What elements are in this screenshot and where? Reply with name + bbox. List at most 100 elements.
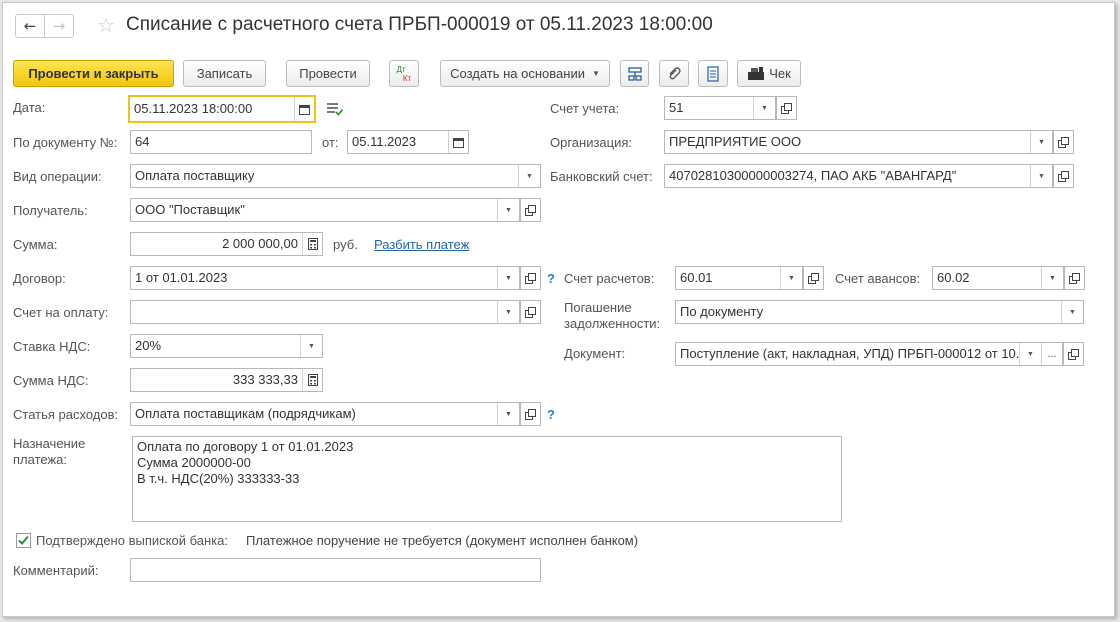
- document-label: Документ:: [564, 346, 626, 361]
- favorite-star-icon[interactable]: ☆: [97, 13, 115, 37]
- chevron-down-icon[interactable]: ▼: [300, 335, 322, 357]
- doc-number-field[interactable]: 64: [130, 130, 312, 154]
- purpose-label-line1: Назначение: [13, 436, 86, 451]
- receipt-button[interactable]: Чек: [737, 60, 801, 87]
- recipient-open-button[interactable]: [520, 198, 541, 222]
- account-select[interactable]: 51 ▼: [664, 96, 776, 120]
- expense-item-help-icon[interactable]: ?: [547, 407, 555, 422]
- bank-confirmed-note: Платежное поручение не требуется (докуме…: [246, 533, 639, 548]
- doc-date-field[interactable]: 05.11.2023: [347, 130, 469, 154]
- calculator-icon: [307, 374, 318, 386]
- receipt-label: Чек: [769, 66, 791, 81]
- date-label: Дата:: [13, 100, 46, 115]
- open-window-icon: [1069, 272, 1080, 284]
- settlement-account-open-button[interactable]: [803, 266, 824, 290]
- date-value: 05.11.2023 18:00:00: [134, 101, 253, 116]
- doc-number-value: 64: [135, 134, 150, 149]
- comment-value: [131, 559, 540, 581]
- calculator-button[interactable]: [302, 369, 322, 391]
- organization-select[interactable]: ПРЕДПРИЯТИЕ ООО ▼: [664, 130, 1053, 154]
- chevron-down-icon[interactable]: ▼: [1030, 131, 1052, 153]
- settlement-account-select[interactable]: 60.01 ▼: [675, 266, 803, 290]
- organization-open-button[interactable]: [1053, 130, 1074, 154]
- purpose-line: В т.ч. НДС(20%) 333333-33: [137, 471, 300, 486]
- vat-amount-value: 333 333,33: [232, 372, 298, 387]
- post-button[interactable]: Провести: [286, 60, 370, 87]
- advance-account-select[interactable]: 60.02 ▼: [932, 266, 1064, 290]
- bank-confirmed-checkbox[interactable]: [16, 533, 31, 548]
- chevron-down-icon[interactable]: ▼: [497, 199, 519, 221]
- calendar-button[interactable]: [294, 97, 314, 121]
- expense-item-value: Оплата поставщикам (подрядчикам): [135, 406, 356, 421]
- create-based-on-button[interactable]: Создать на основании ▼: [440, 60, 610, 87]
- operation-type-value: Оплата поставщику: [135, 168, 255, 183]
- chevron-down-icon[interactable]: ▼: [1030, 165, 1052, 187]
- currency-label: руб.: [333, 237, 358, 252]
- contract-open-button[interactable]: [520, 266, 541, 290]
- purpose-textarea[interactable]: Оплата по договору 1 от 01.01.2023 Сумма…: [132, 436, 842, 522]
- purpose-line: Сумма 2000000-00: [137, 455, 251, 470]
- contract-label: Договор:: [13, 271, 66, 286]
- recipient-select[interactable]: ООО "Поставщик" ▼: [130, 198, 520, 222]
- chevron-down-icon[interactable]: ▼: [1019, 343, 1041, 365]
- cash-register-icon: [748, 67, 765, 80]
- create-based-on-label: Создать на основании: [450, 66, 585, 81]
- chevron-down-icon[interactable]: ▼: [497, 403, 519, 425]
- open-window-icon: [525, 204, 536, 216]
- invoice-open-button[interactable]: [520, 300, 541, 324]
- comment-field[interactable]: [130, 558, 541, 582]
- operation-type-select[interactable]: Оплата поставщику ▼: [130, 164, 541, 188]
- open-window-icon: [1058, 136, 1069, 148]
- doc-date-calendar-button[interactable]: [448, 131, 468, 153]
- contract-help-icon[interactable]: ?: [547, 271, 555, 286]
- document-history-icon[interactable]: [327, 102, 343, 116]
- advance-account-value: 60.02: [937, 270, 970, 285]
- debt-repayment-select[interactable]: По документу ▼: [675, 300, 1084, 324]
- forward-button[interactable]: →: [44, 14, 74, 38]
- contract-select[interactable]: 1 от 01.01.2023 ▼: [130, 266, 520, 290]
- invoice-label: Счет на оплату:: [13, 305, 109, 320]
- calculator-button[interactable]: [302, 233, 322, 255]
- vat-amount-field[interactable]: 333 333,33: [130, 368, 323, 392]
- attach-button[interactable]: [659, 60, 689, 87]
- document-open-button[interactable]: [1063, 342, 1084, 366]
- debt-repayment-value: По документу: [680, 304, 764, 319]
- invoice-select[interactable]: ▼: [130, 300, 520, 324]
- doc-date-label: от:: [322, 135, 339, 150]
- bank-account-open-button[interactable]: [1053, 164, 1074, 188]
- chevron-down-icon[interactable]: ▼: [1041, 267, 1063, 289]
- date-field[interactable]: 05.11.2023 18:00:00: [128, 95, 316, 123]
- dt-kt-icon: Дт: [396, 64, 406, 74]
- expense-item-open-button[interactable]: [520, 402, 541, 426]
- bank-account-select[interactable]: 40702810300000003274, ПАО АКБ "АВАНГАРД"…: [664, 164, 1053, 188]
- advance-account-open-button[interactable]: [1064, 266, 1085, 290]
- debt-repayment-label-line1: Погашение: [564, 300, 632, 315]
- vat-rate-select[interactable]: 20% ▼: [130, 334, 323, 358]
- back-button[interactable]: ←: [15, 14, 45, 38]
- account-open-button[interactable]: [776, 96, 797, 120]
- dt-kt-button[interactable]: Дт Кт: [389, 60, 419, 87]
- expense-item-label: Статья расходов:: [13, 407, 119, 422]
- operation-type-label: Вид операции:: [13, 169, 102, 184]
- chevron-down-icon[interactable]: ▼: [753, 97, 775, 119]
- document-select[interactable]: Поступление (акт, накладная, УПД) ПРБП-0…: [675, 342, 1063, 366]
- chevron-down-icon[interactable]: ▼: [497, 301, 519, 323]
- chevron-down-icon[interactable]: ▼: [518, 165, 540, 187]
- more-button[interactable]: ...: [1041, 343, 1062, 365]
- expense-item-select[interactable]: Оплата поставщикам (подрядчикам) ▼: [130, 402, 520, 426]
- recipient-value: ООО "Поставщик": [135, 202, 245, 217]
- save-button[interactable]: Записать: [183, 60, 266, 87]
- amount-field[interactable]: 2 000 000,00: [130, 232, 323, 256]
- structure-button[interactable]: [620, 60, 649, 87]
- post-and-close-button[interactable]: Провести и закрыть: [13, 60, 174, 87]
- calculator-icon: [307, 238, 318, 250]
- kt-icon-part: Кт: [402, 73, 412, 83]
- doc-number-label: По документу №:: [13, 135, 118, 150]
- list-report-button[interactable]: [698, 60, 728, 87]
- vat-rate-label: Ставка НДС:: [13, 339, 91, 354]
- chevron-down-icon[interactable]: ▼: [780, 267, 802, 289]
- split-payment-link[interactable]: Разбить платеж: [374, 237, 469, 252]
- bank-account-value: 40702810300000003274, ПАО АКБ "АВАНГАРД": [669, 168, 957, 183]
- chevron-down-icon[interactable]: ▼: [1061, 301, 1083, 323]
- chevron-down-icon[interactable]: ▼: [497, 267, 519, 289]
